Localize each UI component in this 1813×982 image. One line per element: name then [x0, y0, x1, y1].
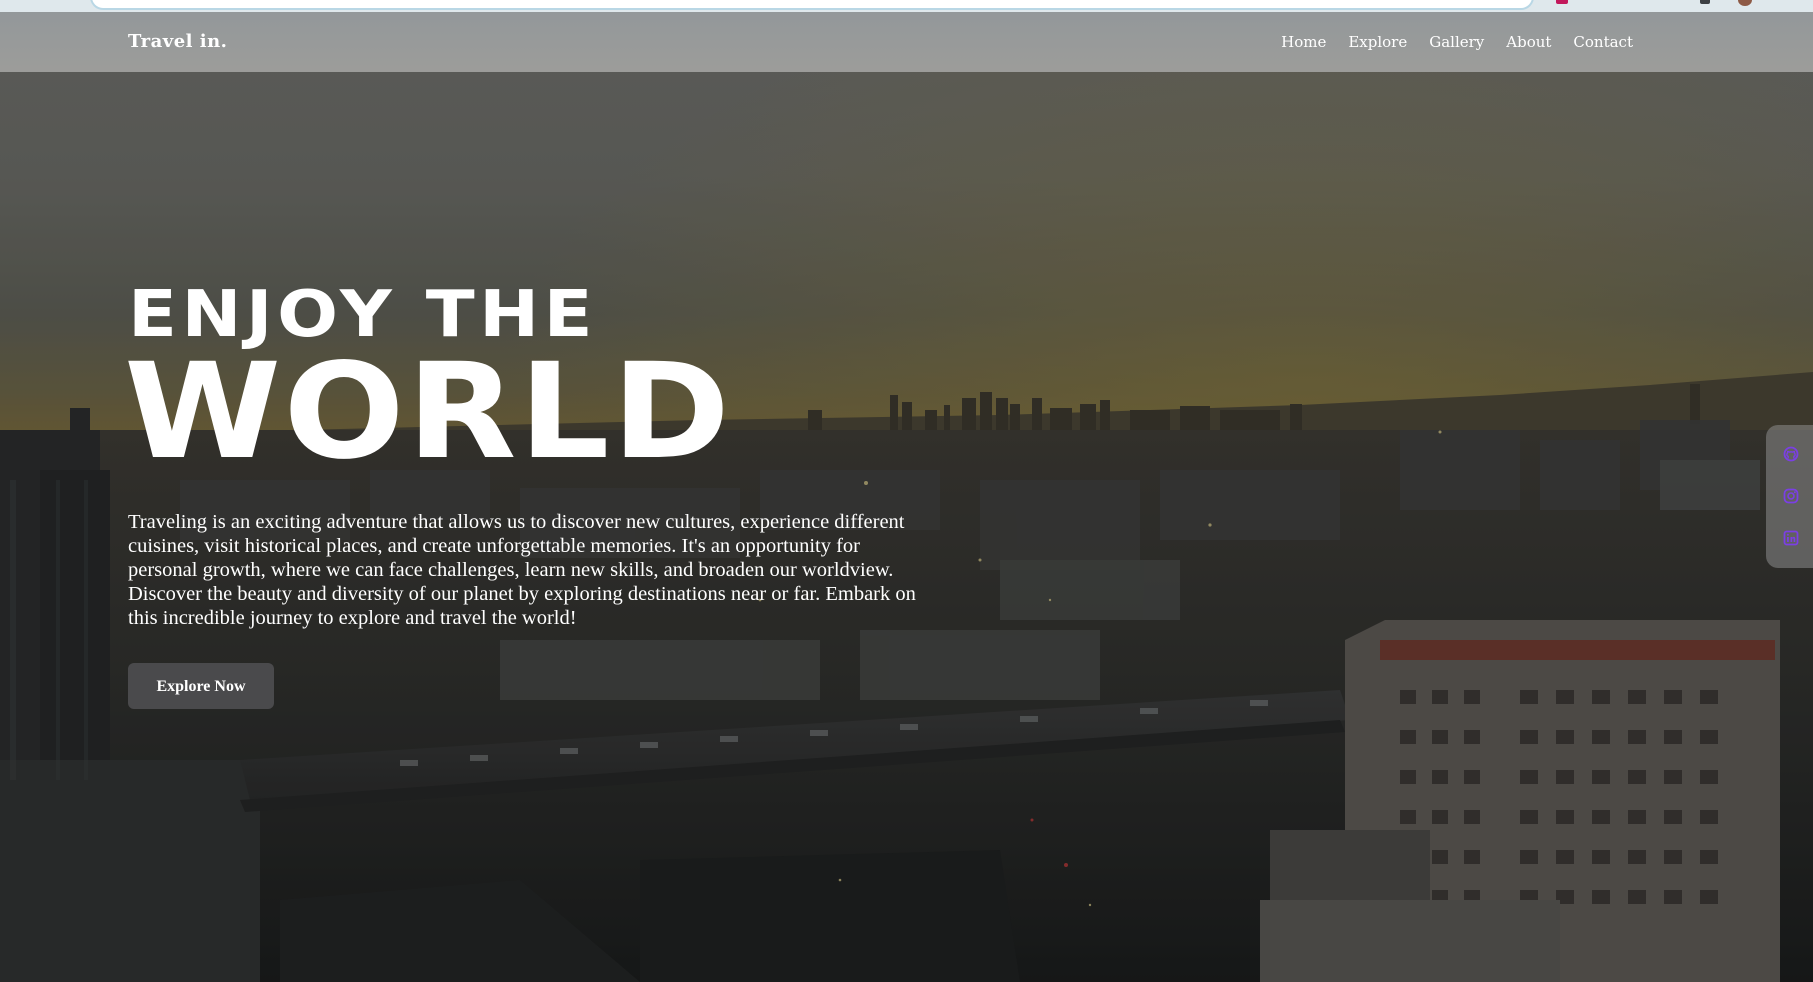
hero-content: ENJOY THE WORLD Traveling is an exciting…	[124, 282, 928, 709]
brand-logo[interactable]: Travel in.	[128, 31, 227, 52]
browser-chrome-strip	[0, 0, 1813, 12]
address-bar[interactable]	[92, 0, 1532, 8]
nav-link-explore[interactable]: Explore	[1348, 33, 1407, 51]
linkedin-icon[interactable]	[1783, 530, 1799, 546]
nav-link-home[interactable]: Home	[1281, 33, 1326, 51]
hero-intro-text: Traveling is an exciting adventure that …	[128, 511, 916, 629]
nav-links: Home Explore Gallery About Contact	[1259, 33, 1633, 51]
navbar: Travel in. Home Explore Gallery About Co…	[0, 12, 1813, 72]
extension-icon[interactable]	[1700, 0, 1710, 4]
profile-avatar[interactable]	[1738, 0, 1752, 6]
social-sidebar	[1766, 425, 1813, 568]
hero-headline-big: WORLD	[124, 335, 733, 489]
github-icon[interactable]	[1783, 446, 1799, 462]
extension-icon[interactable]	[1556, 0, 1568, 4]
nav-link-gallery[interactable]: Gallery	[1429, 33, 1484, 51]
explore-now-button[interactable]: Explore Now	[128, 663, 274, 709]
page: Travel in. Home Explore Gallery About Co…	[0, 0, 1813, 982]
instagram-icon[interactable]	[1783, 488, 1799, 504]
nav-link-contact[interactable]: Contact	[1573, 33, 1633, 51]
nav-link-about[interactable]: About	[1506, 33, 1551, 51]
